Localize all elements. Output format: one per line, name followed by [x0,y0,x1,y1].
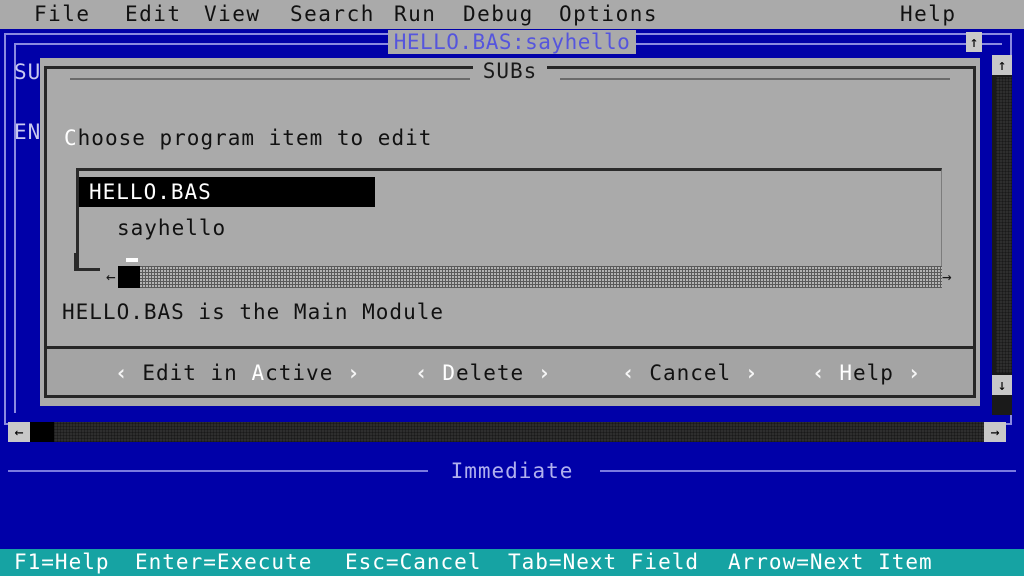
module-status-text: HELLO.BAS is the Main Module [62,300,445,324]
button-right-bracket: › [907,361,922,385]
edit-in-active-button[interactable]: ‹ Edit in Active › [115,357,361,389]
scroll-left-arrow-icon[interactable]: ← [8,422,30,442]
status-hint-esc: Esc=Cancel [345,550,482,574]
button-left-bracket: ‹ [415,361,429,385]
button-label-after: elete [455,361,525,385]
button-right-bracket: › [537,361,552,385]
status-bar: F1=Help Enter=Execute Esc=Cancel Tab=Next F… [0,549,1024,576]
list-scroll-right-arrow-icon[interactable]: → [942,268,958,286]
editor-vertical-scrollbar[interactable]: ↑ ↓ [992,55,1012,415]
listbox-corner-elbow [74,253,104,273]
editor-title-text: HELLO.BAS:sayhello [387,30,637,54]
menu-item-help[interactable]: Help [900,0,957,29]
list-horizontal-scrollbar[interactable] [118,266,942,288]
subs-dialog: SUBs Choose program item to edit HELLO.B… [40,58,980,406]
button-hotkey: A [251,361,266,385]
qbasic-screen: File Edit View Search Run Debug Options Help HE… [0,0,1024,576]
menu-item-run[interactable]: Run [394,0,436,29]
button-label-after: ctive [265,361,334,385]
dialog-prompt: Choose program item to edit [64,126,432,150]
list-hscroll-thumb[interactable] [118,266,140,288]
editor-horizontal-scrollbar[interactable]: ← → [8,422,1006,442]
menu-item-debug[interactable]: Debug [463,0,534,29]
editor-frame-left [4,33,6,425]
scroll-up-arrow-icon[interactable]: ↑ [992,55,1012,75]
dialog-prompt-rest: hoose program item to edit [77,126,433,150]
button-left-bracket: ‹ [812,361,826,385]
program-item-listbox[interactable]: HELLO.BAS sayhello [76,168,942,268]
button-hotkey: D [442,361,456,385]
button-label-before: Cancel [649,361,732,385]
menu-item-file[interactable]: File [34,0,91,29]
code-line-sub: SU [14,60,42,84]
menu-item-search[interactable]: Search [290,0,375,29]
list-item[interactable]: HELLO.BAS [79,177,375,207]
editor-top-scroll-arrow-icon[interactable]: ↑ [966,32,982,52]
button-left-bracket: ‹ [622,361,636,385]
code-line-end: EN [14,120,42,144]
button-label-before: Edit in [142,361,252,385]
status-hint-tab: Tab=Next Field [508,550,700,574]
status-hint-enter: Enter=Execute [135,550,313,574]
status-hint-f1: F1=Help [14,550,110,574]
menu-item-options[interactable]: Options [559,0,658,29]
dialog-prompt-hotkey: C [64,126,78,150]
button-left-bracket: ‹ [115,361,129,385]
help-button[interactable]: ‹ Help › [812,357,921,389]
menu-item-edit[interactable]: Edit [125,0,182,29]
scroll-down-arrow-icon[interactable]: ↓ [992,375,1012,395]
editor-vscroll-track[interactable] [996,77,1012,373]
editor-hscroll-track[interactable] [54,422,984,442]
text-cursor [126,258,138,262]
button-label-after: elp [852,361,894,385]
immediate-title-text: Immediate [450,459,574,483]
cancel-button[interactable]: ‹ Cancel › [622,357,758,389]
list-item[interactable]: sayhello [79,213,226,243]
menu-item-view[interactable]: View [204,0,261,29]
scroll-right-arrow-icon[interactable]: → [984,422,1006,442]
menu-bar: File Edit View Search Run Debug Options Help [0,0,1024,29]
editor-frame-inner-left [14,43,16,413]
button-hotkey: H [839,361,853,385]
status-hint-arrow: Arrow=Next Item [728,550,933,574]
dialog-buttons-panel: ‹ Edit in Active › ‹ Delete › ‹ Cancel ›… [44,346,976,398]
dialog-title-label: SUBs [472,59,548,83]
delete-button[interactable]: ‹ Delete › [415,357,552,389]
button-right-bracket: › [347,361,361,385]
immediate-window: Immediate [0,453,1024,563]
editor-hscroll-thumb[interactable] [30,422,54,442]
dialog-title-bar: SUBs [40,58,980,84]
button-right-bracket: › [744,361,759,385]
editor-title-bar: HELLO.BAS:sayhello [0,29,1024,55]
